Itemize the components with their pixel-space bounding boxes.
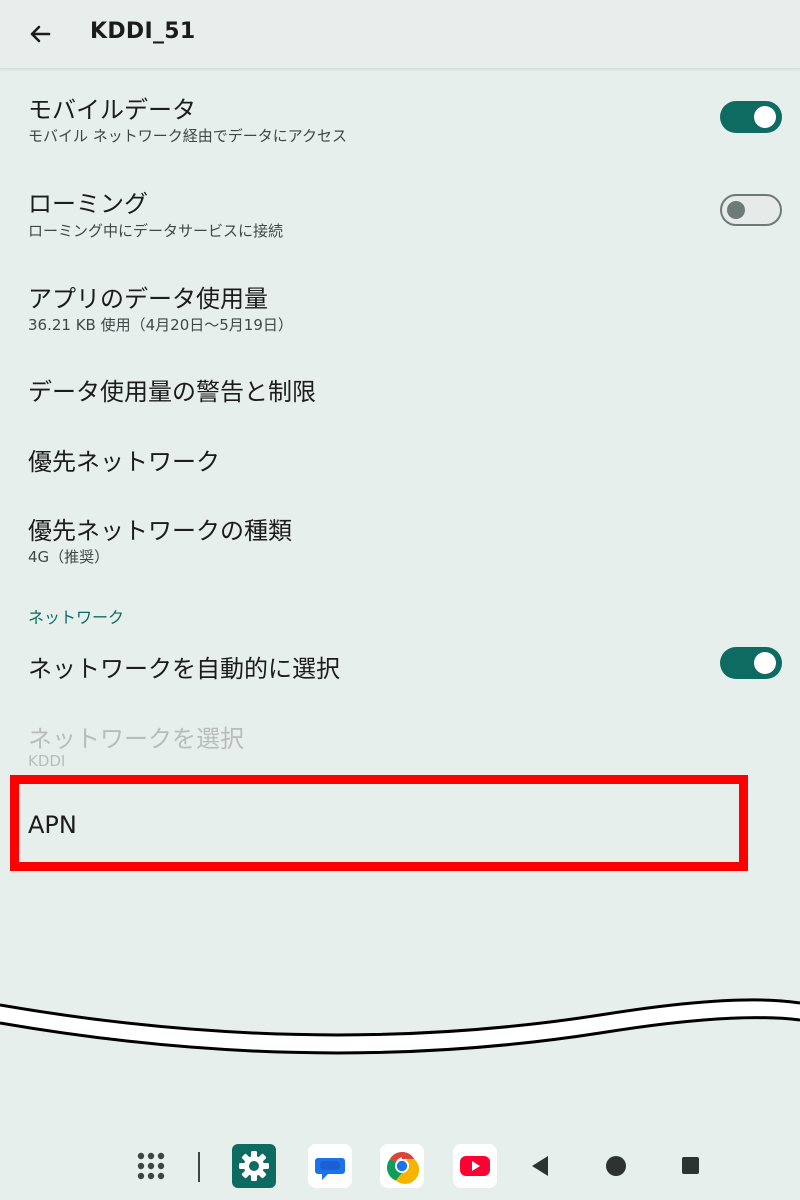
recents-nav-icon [682, 1157, 699, 1174]
mobile-data-subtitle: モバイル ネットワーク経由でデータにアクセス [28, 127, 348, 145]
app-drawer-button[interactable] [131, 1146, 171, 1186]
nav-back-button[interactable] [520, 1146, 560, 1186]
chrome-app-button[interactable] [380, 1144, 424, 1188]
setting-mobile-data[interactable]: モバイルデータ モバイル ネットワーク経由でデータにアクセス [0, 72, 800, 162]
setting-roaming[interactable]: ローミング ローミング中にデータサービスに接続 [0, 168, 800, 258]
setting-app-data-usage[interactable]: アプリのデータ使用量 36.21 KB 使用（4月20日～5月19日） [0, 264, 800, 348]
nav-home-button[interactable] [596, 1146, 636, 1186]
top-app-bar: KDDI_51 [0, 0, 800, 69]
app-drawer-icon [137, 1152, 165, 1180]
auto-select-toggle[interactable] [720, 647, 782, 679]
youtube-icon [453, 1144, 497, 1188]
mobile-data-toggle[interactable] [720, 101, 782, 133]
section-header-network: ネットワーク [28, 608, 125, 627]
settings-app-button[interactable] [232, 1144, 276, 1188]
setting-preferred-network[interactable]: 優先ネットワーク [0, 425, 800, 491]
select-network-title: ネットワークを選択 [28, 725, 244, 753]
setting-auto-select-network[interactable]: ネットワークを自動的に選択 [0, 632, 800, 694]
mobile-data-title: モバイルデータ [28, 96, 196, 124]
preferred-network-title: 優先ネットワーク [28, 448, 220, 476]
preferred-network-type-title: 優先ネットワークの種類 [28, 517, 292, 545]
toggle-knob [754, 106, 776, 128]
nav-recents-button[interactable] [670, 1146, 710, 1186]
select-network-subtitle: KDDI [28, 752, 66, 770]
toggle-knob [727, 201, 745, 219]
page-title: KDDI_51 [90, 19, 196, 44]
toggle-knob [754, 652, 776, 674]
app-data-usage-subtitle: 36.21 KB 使用（4月20日～5月19日） [28, 316, 293, 334]
taskbar-divider [198, 1152, 200, 1182]
home-nav-icon [606, 1156, 626, 1176]
taskbar [0, 1130, 800, 1200]
setting-data-warning[interactable]: データ使用量の警告と制限 [0, 355, 800, 421]
back-nav-icon [532, 1156, 548, 1176]
roaming-toggle[interactable] [720, 194, 782, 226]
setting-select-network: ネットワークを選択 KDDI [0, 704, 800, 772]
setting-preferred-network-type[interactable]: 優先ネットワークの種類 4G（推奨） [0, 495, 800, 583]
messages-app-button[interactable] [308, 1144, 352, 1188]
wave-separator [0, 998, 800, 1055]
chrome-icon [380, 1144, 424, 1188]
settings-icon [232, 1144, 276, 1188]
auto-select-title: ネットワークを自動的に選択 [28, 655, 340, 683]
data-warning-title: データ使用量の警告と制限 [28, 378, 316, 406]
back-button[interactable] [22, 16, 58, 52]
apn-highlight-box [10, 775, 748, 871]
preferred-network-type-subtitle: 4G（推奨） [28, 548, 110, 566]
arrow-left-icon [30, 25, 51, 43]
youtube-app-button[interactable] [453, 1144, 497, 1188]
app-data-usage-title: アプリのデータ使用量 [28, 285, 268, 313]
messages-icon [308, 1144, 352, 1188]
roaming-title: ローミング [28, 190, 148, 218]
roaming-subtitle: ローミング中にデータサービスに接続 [28, 222, 284, 240]
